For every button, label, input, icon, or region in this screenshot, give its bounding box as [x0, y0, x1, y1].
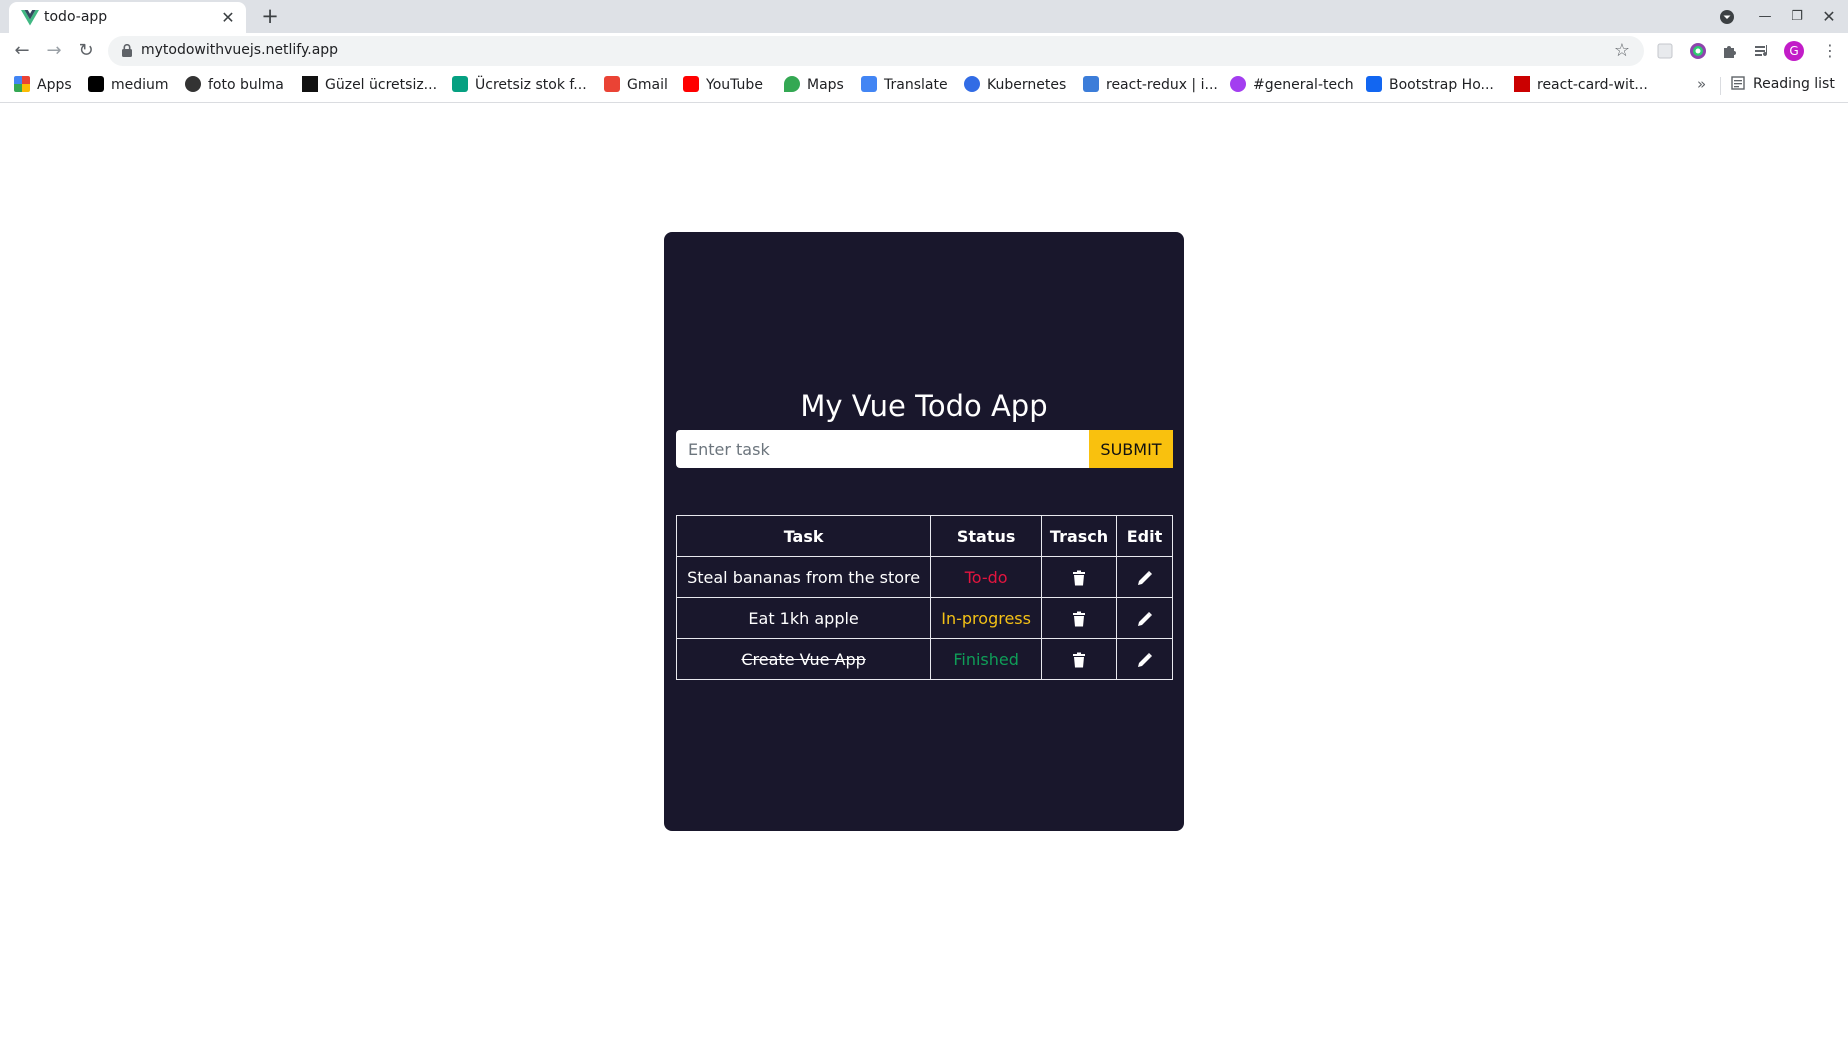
- edit-cell[interactable]: [1116, 638, 1173, 680]
- media-controls-icon[interactable]: [1753, 42, 1771, 60]
- pencil-icon[interactable]: [1137, 570, 1153, 586]
- header-edit: Edit: [1116, 515, 1173, 557]
- reading-list-icon: [1731, 76, 1745, 90]
- back-icon[interactable]: ←: [8, 37, 36, 65]
- lock-icon: [122, 44, 132, 57]
- page-viewport: My Vue Todo App SUBMIT Task Status Trasc…: [0, 103, 1848, 1053]
- url-text: mytodowithvuejs.netlify.app: [141, 42, 339, 58]
- reload-icon[interactable]: ↻: [72, 37, 100, 65]
- mdb-icon: [1366, 76, 1382, 92]
- translate-icon: [861, 76, 877, 92]
- bookmark-medium[interactable]: medium: [88, 76, 169, 96]
- close-window-icon[interactable]: ✕: [1818, 6, 1840, 28]
- restore-icon[interactable]: ❐: [1786, 6, 1808, 28]
- bookmark-react-card[interactable]: react-card-wit...: [1514, 76, 1648, 96]
- bookmark-pexels[interactable]: Ücretsiz stok f...: [452, 76, 587, 96]
- delete-cell[interactable]: [1041, 638, 1118, 680]
- tab-close-icon[interactable]: ✕: [218, 8, 238, 28]
- bookmark-youtube[interactable]: YouTube: [683, 76, 763, 96]
- bookmark-bootstrap[interactable]: Bootstrap Ho...: [1366, 76, 1494, 96]
- maps-icon: [784, 76, 800, 92]
- trash-icon[interactable]: [1071, 611, 1087, 627]
- bookmark-translate[interactable]: Translate: [861, 76, 948, 96]
- apps-grid-icon: [14, 76, 30, 92]
- header-task: Task: [675, 515, 932, 557]
- task-status[interactable]: In-progress: [930, 597, 1043, 639]
- header-trash: Trasch: [1041, 515, 1118, 557]
- wordpress-icon: [185, 76, 201, 92]
- browser-toolbar: ← → ↻ mytodowithvuejs.netlify.app ☆ G ⋮: [0, 33, 1848, 69]
- table-row: Create Vue App Finished: [675, 638, 1173, 680]
- task-name[interactable]: Steal bananas from the store: [675, 556, 932, 598]
- reading-list-button[interactable]: Reading list: [1731, 76, 1835, 92]
- todo-card: My Vue Todo App SUBMIT Task Status Trasc…: [664, 232, 1184, 831]
- delete-cell[interactable]: [1041, 597, 1118, 639]
- bookmark-general-tech[interactable]: #general-tech: [1230, 76, 1354, 96]
- tab-search-icon[interactable]: [1716, 6, 1738, 28]
- npm-icon: [1514, 76, 1530, 92]
- tab-title: todo-app: [44, 9, 108, 25]
- gmail-icon: [604, 76, 620, 92]
- profile-avatar[interactable]: G: [1784, 41, 1804, 61]
- bookmark-react-redux[interactable]: react-redux | i...: [1083, 76, 1218, 96]
- bookmark-unsplash[interactable]: Güzel ücretsiz...: [302, 76, 437, 96]
- bookmark-kubernetes[interactable]: Kubernetes: [964, 76, 1066, 96]
- browser-tabstrip: todo-app ✕ + — ❐ ✕: [0, 0, 1848, 33]
- unsplash-icon: [302, 76, 318, 92]
- bookmark-apps[interactable]: Apps: [14, 76, 72, 96]
- bookmark-gmail[interactable]: Gmail: [604, 76, 668, 96]
- bookmarks-bar: Apps medium foto bulma Güzel ücretsiz...…: [0, 69, 1848, 103]
- edit-cell[interactable]: [1116, 597, 1173, 639]
- app-title: My Vue Todo App: [800, 389, 1048, 423]
- new-tab-icon[interactable]: +: [259, 5, 281, 27]
- kubernetes-icon: [964, 76, 980, 92]
- pexels-icon: [452, 76, 468, 92]
- tasks-table-wrapper: Task Status Trasch Edit Steal bananas fr…: [675, 515, 1173, 680]
- task-name[interactable]: Create Vue App: [675, 638, 932, 680]
- medium-icon: [88, 76, 104, 92]
- more-bookmarks-icon[interactable]: »: [1697, 75, 1706, 93]
- tasks-table: Task Status Trasch Edit Steal bananas fr…: [675, 515, 1173, 680]
- task-status[interactable]: To-do: [930, 556, 1043, 598]
- edit-cell[interactable]: [1116, 556, 1173, 598]
- browser-menu-icon[interactable]: ⋮: [1816, 37, 1844, 65]
- trash-icon[interactable]: [1071, 652, 1087, 668]
- vue-icon: [21, 10, 39, 26]
- minimize-icon[interactable]: —: [1754, 6, 1776, 28]
- bookmark-foto-bulma[interactable]: foto bulma: [185, 76, 284, 96]
- task-name[interactable]: Eat 1kh apple: [675, 597, 932, 639]
- bookmarks-divider: [1720, 77, 1721, 95]
- header-status: Status: [930, 515, 1043, 557]
- react-redux-icon: [1083, 76, 1099, 92]
- table-row: Eat 1kh apple In-progress: [675, 597, 1173, 639]
- pencil-icon[interactable]: [1137, 611, 1153, 627]
- task-input[interactable]: [676, 430, 1089, 468]
- browser-tab[interactable]: todo-app ✕: [9, 2, 246, 33]
- task-status[interactable]: Finished: [930, 638, 1043, 680]
- address-bar[interactable]: mytodowithvuejs.netlify.app ☆: [108, 36, 1644, 66]
- submit-button[interactable]: SUBMIT: [1089, 430, 1173, 468]
- extensions-puzzle-icon[interactable]: [1721, 42, 1739, 60]
- youtube-icon: [683, 76, 699, 92]
- discord-icon: [1230, 76, 1246, 92]
- delete-cell[interactable]: [1041, 556, 1118, 598]
- trash-icon[interactable]: [1071, 570, 1087, 586]
- pencil-icon[interactable]: [1137, 652, 1153, 668]
- bookmark-star-icon[interactable]: ☆: [1614, 40, 1630, 62]
- color-picker-extension-icon[interactable]: [1689, 42, 1707, 60]
- bookmark-maps[interactable]: Maps: [784, 76, 844, 96]
- extension-placeholder-icon[interactable]: [1656, 42, 1674, 60]
- table-header-row: Task Status Trasch Edit: [675, 515, 1173, 557]
- table-row: Steal bananas from the store To-do: [675, 556, 1173, 598]
- forward-icon[interactable]: →: [40, 37, 68, 65]
